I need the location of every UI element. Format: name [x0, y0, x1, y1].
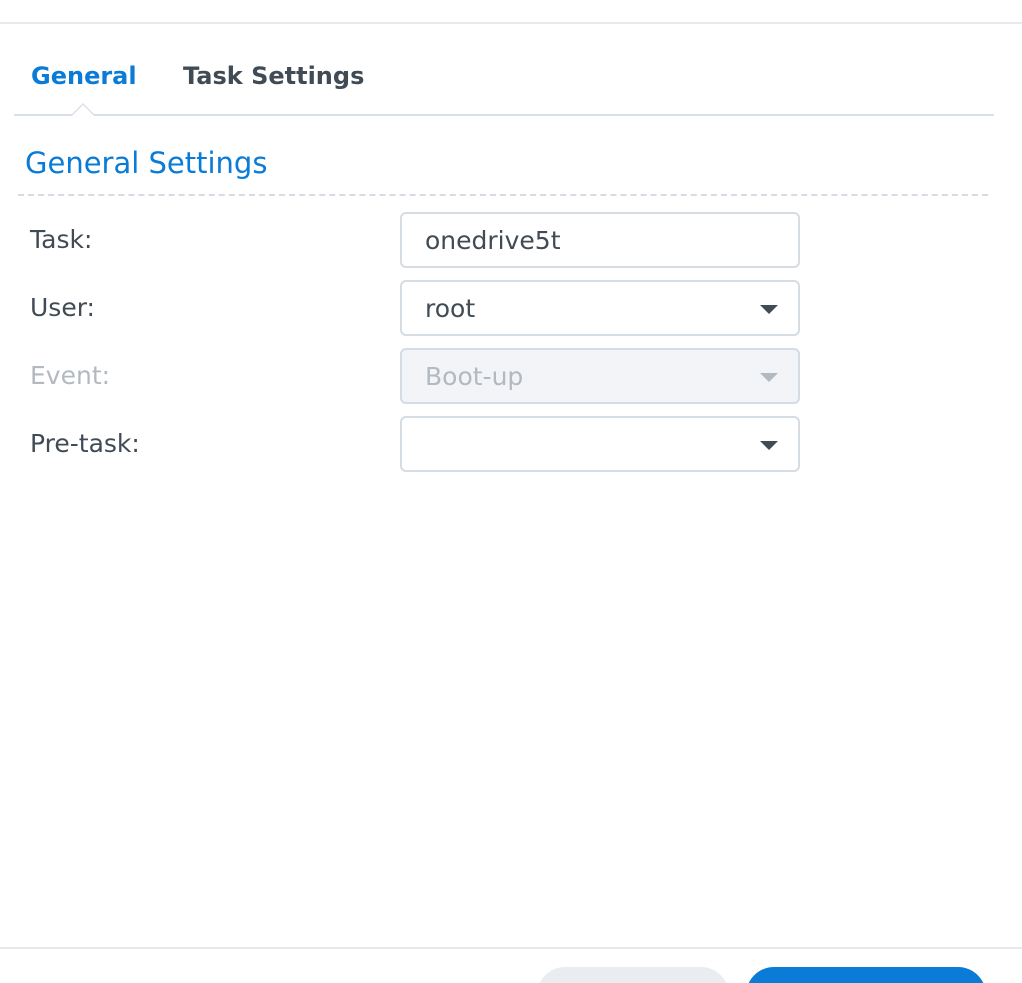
pretask-select[interactable]	[400, 416, 800, 472]
top-divider	[0, 22, 1022, 24]
active-tab-indicator	[70, 103, 96, 116]
section-title: General Settings	[25, 146, 267, 180]
task-name-value: onedrive5t	[425, 226, 561, 255]
chevron-down-icon	[760, 441, 778, 450]
footer-divider	[0, 947, 1022, 949]
event-label: Event:	[30, 361, 110, 390]
pretask-label: Pre-task:	[30, 429, 140, 458]
tab-bar: General Task Settings	[14, 50, 994, 116]
user-label: User:	[30, 293, 95, 322]
cancel-button[interactable]	[537, 967, 729, 983]
user-value: root	[425, 294, 475, 323]
event-select: Boot-up	[400, 348, 800, 404]
chevron-down-icon	[760, 305, 778, 314]
chevron-down-icon	[760, 373, 778, 382]
tab-general[interactable]: General	[31, 62, 137, 90]
task-label: Task:	[30, 225, 92, 254]
user-select[interactable]: root	[400, 280, 800, 336]
ok-button[interactable]	[746, 967, 986, 983]
task-name-input[interactable]: onedrive5t	[400, 212, 800, 268]
event-value: Boot-up	[425, 362, 523, 391]
section-divider	[18, 194, 988, 196]
tab-task-settings[interactable]: Task Settings	[183, 62, 364, 90]
task-dialog: General Task Settings General Settings T…	[0, 0, 1022, 983]
